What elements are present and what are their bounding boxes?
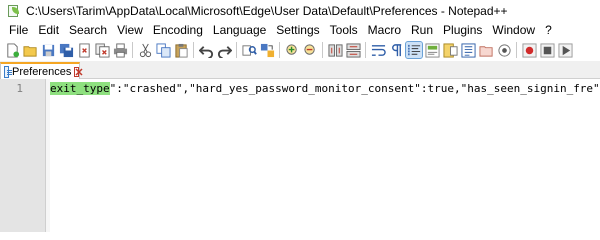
indent-guide-icon[interactable] <box>405 41 423 59</box>
close-icon[interactable] <box>76 42 92 58</box>
window-title: C:\Users\Tarim\AppData\Local\Microsoft\E… <box>26 3 508 18</box>
redo-icon[interactable] <box>216 42 232 58</box>
menu-plugins[interactable]: Plugins <box>438 23 487 37</box>
menu-view[interactable]: View <box>112 23 148 37</box>
zoom-in-icon[interactable] <box>284 42 300 58</box>
tab-preferences[interactable]: Preferences <box>0 62 83 79</box>
selected-text: exit_type <box>50 82 110 95</box>
menu-file[interactable]: File <box>4 23 33 37</box>
word-wrap-icon[interactable] <box>370 42 386 58</box>
function-list-icon[interactable] <box>460 42 476 58</box>
show-all-chars-icon[interactable] <box>388 42 404 58</box>
code-line[interactable]: exit_type":"crashed","hard_yes_password_… <box>50 81 600 97</box>
menu-language[interactable]: Language <box>208 23 271 37</box>
line-number-gutter: 1 <box>0 79 46 232</box>
playback-macro-icon[interactable] <box>557 42 573 58</box>
document-map-icon[interactable] <box>442 42 458 58</box>
toolbar <box>0 39 600 61</box>
menu-help[interactable]: ? <box>540 23 557 37</box>
toolbar-separator <box>365 42 366 58</box>
notepad-plus-plus-icon <box>6 4 20 18</box>
save-icon[interactable] <box>40 42 56 58</box>
menu-macro[interactable]: Macro <box>363 23 406 37</box>
document-icon <box>4 65 13 78</box>
undo-icon[interactable] <box>198 42 214 58</box>
user-language-icon[interactable] <box>424 42 440 58</box>
tab-label: Preferences <box>12 65 72 78</box>
menu-encoding[interactable]: Encoding <box>148 23 208 37</box>
replace-icon[interactable] <box>259 42 275 58</box>
code-text: ":"crashed","hard_yes_password_monitor_c… <box>109 82 600 95</box>
sync-vertical-icon[interactable] <box>327 42 343 58</box>
menu-tools[interactable]: Tools <box>325 23 363 37</box>
editor-pane[interactable]: 1 exit_type":"crashed","hard_yes_passwor… <box>0 79 600 232</box>
find-icon[interactable] <box>241 42 257 58</box>
folder-as-workspace-icon[interactable] <box>478 42 494 58</box>
toolbar-separator <box>279 42 280 58</box>
menu-settings[interactable]: Settings <box>271 23 324 37</box>
stop-recording-icon[interactable] <box>539 42 555 58</box>
close-all-icon[interactable] <box>94 42 110 58</box>
new-file-icon[interactable] <box>4 42 20 58</box>
line-number: 1 <box>16 82 23 95</box>
zoom-out-icon[interactable] <box>302 42 318 58</box>
menu-window[interactable]: Window <box>487 23 540 37</box>
close-tab-icon[interactable] <box>74 66 83 77</box>
sync-horizontal-icon[interactable] <box>345 42 361 58</box>
monitoring-icon[interactable] <box>496 42 512 58</box>
save-all-icon[interactable] <box>58 42 74 58</box>
menu-search[interactable]: Search <box>64 23 112 37</box>
open-file-icon[interactable] <box>22 42 38 58</box>
cut-icon[interactable] <box>137 42 153 58</box>
tab-bar: Preferences <box>0 61 600 79</box>
fold-margin <box>46 79 50 232</box>
paste-icon[interactable] <box>173 42 189 58</box>
print-icon[interactable] <box>112 42 128 58</box>
menu-bar: File Edit Search View Encoding Language … <box>0 21 600 39</box>
toolbar-separator <box>132 42 133 58</box>
record-macro-icon[interactable] <box>521 42 537 58</box>
title-bar: C:\Users\Tarim\AppData\Local\Microsoft\E… <box>0 0 600 21</box>
menu-run[interactable]: Run <box>406 23 438 37</box>
toolbar-separator <box>516 42 517 58</box>
menu-edit[interactable]: Edit <box>33 23 64 37</box>
toolbar-separator <box>193 42 194 58</box>
toolbar-separator <box>322 42 323 58</box>
toolbar-separator <box>236 42 237 58</box>
copy-icon[interactable] <box>155 42 171 58</box>
